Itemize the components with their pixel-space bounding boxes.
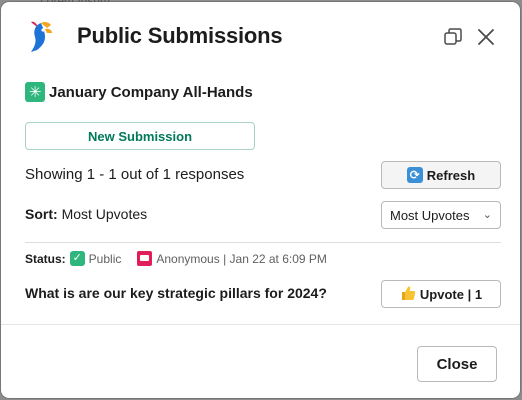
submission-meta: Status: ✓ Public Anonymous | Jan 22 at 6… (25, 251, 327, 266)
parrot-logo-icon (27, 19, 59, 55)
upvote-label: Upvote | 1 (419, 286, 483, 302)
refresh-button[interactable]: ⟳ Refresh (381, 161, 501, 189)
author-timestamp: Anonymous | Jan 22 at 6:09 PM (156, 251, 327, 266)
refresh-label: Refresh (426, 167, 476, 183)
close-icon[interactable] (475, 26, 497, 48)
public-submissions-modal: Public Submissions ✳ January Company All… (1, 2, 520, 398)
refresh-icon: ⟳ (406, 167, 423, 183)
check-icon: ✓ (69, 251, 85, 266)
thumbs-up-icon (400, 285, 416, 304)
status-label: Status: (25, 251, 66, 266)
sort-select-value: Most Upvotes (390, 207, 470, 223)
footer-divider (1, 324, 520, 325)
showing-count-text: Showing 1 - 1 out of 1 responses (25, 166, 245, 183)
sort-text: Sort: Most Upvotes (25, 206, 147, 222)
modal-header: Public Submissions (1, 2, 520, 68)
channel-name: January Company All-Hands (49, 83, 253, 101)
new-submission-button[interactable]: New Submission (25, 122, 255, 150)
close-button[interactable]: Close (417, 346, 497, 382)
upvote-button[interactable]: Upvote | 1 (381, 280, 501, 308)
channel-heading: ✳ January Company All-Hands (25, 82, 253, 102)
expand-window-icon[interactable] (442, 26, 464, 48)
divider (25, 242, 501, 243)
modal-title: Public Submissions (77, 23, 283, 48)
status-value: Public (88, 251, 122, 266)
anonymous-icon (137, 251, 153, 266)
sort-select[interactable]: Most Upvotes ⌄ (381, 201, 501, 229)
sort-value: Most Upvotes (61, 206, 148, 222)
chevron-down-icon: ⌄ (482, 209, 492, 221)
sort-label: Sort: (25, 206, 58, 222)
submission-question: What is are our key strategic pillars fo… (25, 285, 327, 301)
sparkle-icon: ✳ (25, 82, 45, 102)
